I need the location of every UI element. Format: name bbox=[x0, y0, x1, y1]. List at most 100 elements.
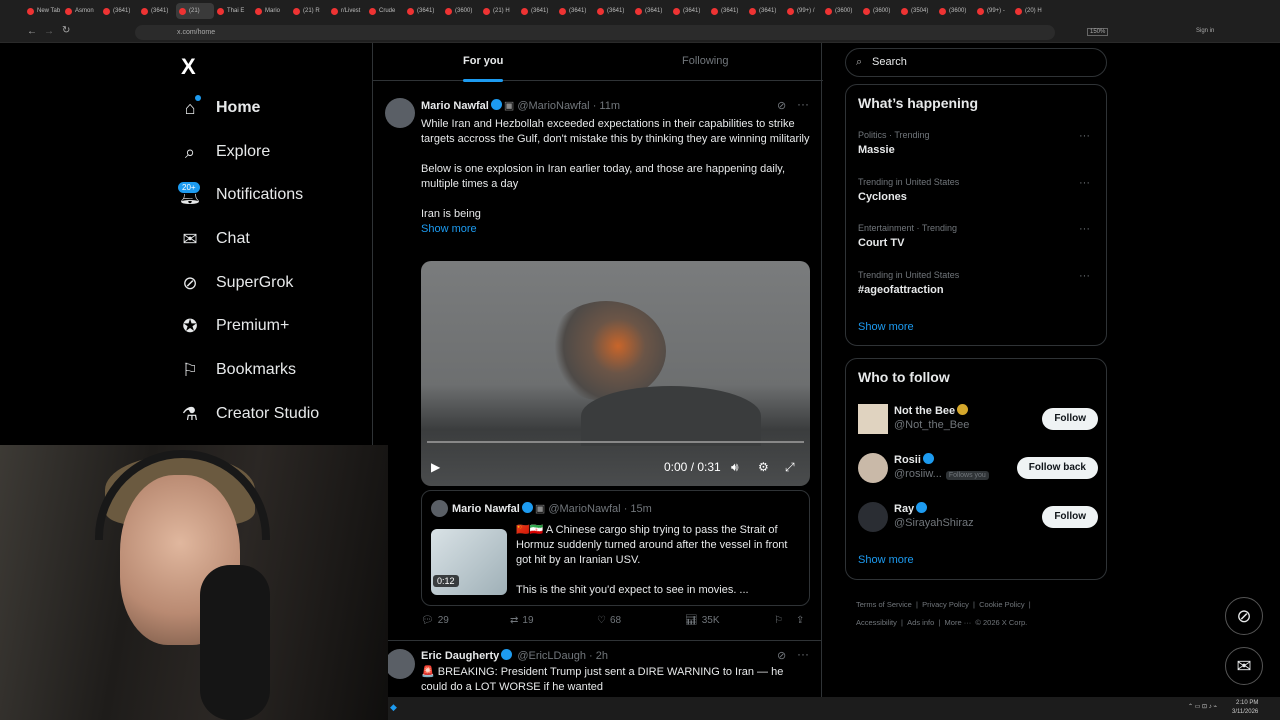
browser-tab[interactable]: (3641) bbox=[670, 3, 708, 19]
show-more-link[interactable]: Show more bbox=[421, 222, 811, 237]
follow-suggestion[interactable]: Ray @SirayahShiraz Follow bbox=[858, 500, 1098, 536]
views-button[interactable]: 📊︎ 35K bbox=[685, 615, 720, 626]
x-logo[interactable]: X bbox=[181, 54, 196, 80]
back-icon[interactable]: ← bbox=[27, 26, 37, 37]
forward-icon[interactable]: → bbox=[44, 26, 54, 37]
tab-following[interactable]: Following bbox=[682, 55, 728, 67]
follow-suggestion[interactable]: Not the Bee @Not_the_Bee Follow bbox=[858, 402, 1098, 438]
settings-icon[interactable]: ⚙ bbox=[758, 460, 769, 474]
avatar[interactable] bbox=[858, 502, 888, 532]
more-icon[interactable]: ··· bbox=[797, 647, 809, 661]
zoom-indicator[interactable]: 150% bbox=[1087, 28, 1109, 36]
tweet-time[interactable]: · 11m bbox=[593, 100, 620, 112]
browser-tab[interactable]: r/Livest bbox=[328, 3, 366, 19]
nav-home[interactable]: ⌂ Home bbox=[180, 93, 261, 123]
more-icon[interactable]: ··· bbox=[1079, 270, 1090, 282]
trend-item[interactable]: Trending in United States #ageofattractio… bbox=[858, 270, 1098, 296]
browser-tab[interactable]: Crude bbox=[366, 3, 404, 19]
browser-tab[interactable]: (21) bbox=[176, 3, 214, 19]
url-field[interactable]: x.com/home bbox=[135, 25, 1055, 40]
repost-button[interactable]: ⇄ 19 bbox=[510, 615, 534, 626]
trend-item[interactable]: Politics · Trending Massie ··· bbox=[858, 130, 1098, 156]
sign-in-button[interactable]: Sign in bbox=[1196, 28, 1214, 34]
browser-tab[interactable]: (21) R bbox=[290, 3, 328, 19]
footer-link[interactable]: Cookie Policy bbox=[979, 600, 1024, 609]
footer-link[interactable]: Privacy Policy bbox=[922, 600, 969, 609]
quoted-tweet[interactable]: Mario Nawfal ▣ @MarioNawfal · 15m 0:12 🇨🇳… bbox=[421, 490, 810, 606]
nav-creator-studio[interactable]: ⚗ Creator Studio bbox=[180, 399, 319, 429]
follow-button[interactable]: Follow bbox=[1042, 408, 1098, 430]
browser-tab[interactable]: (99+) / bbox=[784, 3, 822, 19]
video-player[interactable]: ▶ 0:00 / 0:31 🔊︎ ⚙ ⤢ bbox=[421, 261, 810, 486]
author-name[interactable]: Mario Nawfal bbox=[421, 100, 489, 112]
browser-tab[interactable]: (3641) bbox=[556, 3, 594, 19]
browser-tab[interactable]: Thai E bbox=[214, 3, 252, 19]
nav-premium[interactable]: ✪ Premium+ bbox=[180, 311, 289, 341]
grok-fab-button[interactable]: ⊘ bbox=[1225, 597, 1263, 635]
browser-tab[interactable]: (3641) bbox=[404, 3, 442, 19]
tweet-time[interactable]: · 2h bbox=[589, 650, 608, 662]
bookmark-button[interactable]: ⚐ bbox=[774, 615, 783, 626]
show-more-link[interactable]: Show more bbox=[858, 554, 914, 566]
nav-supergrok[interactable]: ⊘ SuperGrok bbox=[180, 268, 293, 298]
clock-date[interactable]: 3/11/2026 bbox=[1232, 709, 1258, 715]
follow-suggestion[interactable]: Rosii @rosiiw... Follows you Follow back bbox=[858, 451, 1098, 487]
grok-icon[interactable]: ⊘ bbox=[777, 649, 786, 662]
avatar[interactable] bbox=[858, 453, 888, 483]
footer-link[interactable]: Accessibility bbox=[856, 618, 897, 627]
messages-fab-button[interactable]: ✉ bbox=[1225, 647, 1263, 685]
nav-chat[interactable]: ✉ Chat bbox=[180, 224, 249, 254]
more-icon[interactable]: ··· bbox=[1079, 130, 1090, 142]
search-input[interactable]: ⌕ Search bbox=[845, 48, 1107, 77]
trend-item[interactable]: Entertainment · Trending Court TV ··· bbox=[858, 223, 1098, 249]
browser-tab[interactable]: (21) H bbox=[480, 3, 518, 19]
browser-tab[interactable]: (3641) bbox=[594, 3, 632, 19]
browser-tab[interactable]: (3600) bbox=[860, 3, 898, 19]
tray-icons[interactable]: ⌃ ▭ ⊡ ♪ ⌁ bbox=[1188, 703, 1217, 710]
browser-tab[interactable]: Mario bbox=[252, 3, 290, 19]
footer-link[interactable]: More ··· bbox=[945, 618, 972, 627]
browser-tab[interactable]: (3504) bbox=[898, 3, 936, 19]
browser-tab[interactable]: Asmon bbox=[62, 3, 100, 19]
play-icon[interactable]: ▶ bbox=[431, 460, 440, 474]
volume-icon[interactable]: 🔊︎ bbox=[731, 460, 739, 475]
reload-icon[interactable]: ↻ bbox=[62, 25, 70, 36]
browser-tab[interactable]: (3641) bbox=[632, 3, 670, 19]
author-name[interactable]: Eric Daugherty bbox=[421, 650, 499, 662]
browser-tab[interactable]: (3600) bbox=[442, 3, 480, 19]
more-icon[interactable]: ··· bbox=[1079, 223, 1090, 235]
fullscreen-icon[interactable]: ⤢ bbox=[785, 460, 795, 475]
browser-tab[interactable]: New Tab bbox=[24, 3, 62, 19]
author-handle[interactable]: @EricLDaugh bbox=[517, 650, 586, 662]
browser-tab[interactable]: (3641) bbox=[100, 3, 138, 19]
more-icon[interactable]: ··· bbox=[797, 97, 809, 111]
browser-tab[interactable]: (20) H bbox=[1012, 3, 1050, 19]
avatar[interactable] bbox=[858, 404, 888, 434]
taskbar-app-icon[interactable]: ◆ bbox=[390, 702, 397, 713]
browser-tab[interactable]: (3641) bbox=[138, 3, 176, 19]
share-button[interactable]: ⇪ bbox=[796, 615, 804, 626]
browser-tab[interactable]: (3641) bbox=[746, 3, 784, 19]
avatar[interactable] bbox=[385, 98, 415, 128]
nav-explore[interactable]: ⌕ Explore bbox=[180, 137, 270, 167]
video-progress-bar[interactable] bbox=[427, 441, 804, 443]
avatar[interactable] bbox=[385, 649, 415, 679]
trend-item[interactable]: Trending in United States Cyclones ··· bbox=[858, 177, 1098, 203]
browser-tab[interactable]: (3600) bbox=[936, 3, 974, 19]
author-handle[interactable]: @MarioNawfal bbox=[517, 100, 589, 112]
grok-icon[interactable]: ⊘ bbox=[777, 99, 786, 112]
clock-time[interactable]: 2:10 PM bbox=[1236, 700, 1258, 706]
browser-tab[interactable]: (99+) - bbox=[974, 3, 1012, 19]
footer-link[interactable]: Terms of Service bbox=[856, 600, 912, 609]
browser-tab[interactable]: (3641) bbox=[708, 3, 746, 19]
follow-button[interactable]: Follow bbox=[1042, 506, 1098, 528]
browser-tab[interactable]: (3641) bbox=[518, 3, 556, 19]
reply-button[interactable]: 💬︎ 29 bbox=[421, 615, 449, 626]
nav-bookmarks[interactable]: ⚐ Bookmarks bbox=[180, 355, 296, 385]
like-button[interactable]: ♡ 68 bbox=[597, 615, 621, 626]
more-icon[interactable]: ··· bbox=[1079, 177, 1090, 189]
tab-for-you[interactable]: For you bbox=[463, 55, 504, 82]
show-more-link[interactable]: Show more bbox=[858, 321, 914, 333]
footer-link[interactable]: Ads info bbox=[907, 618, 934, 627]
browser-tab[interactable]: (3600) bbox=[822, 3, 860, 19]
